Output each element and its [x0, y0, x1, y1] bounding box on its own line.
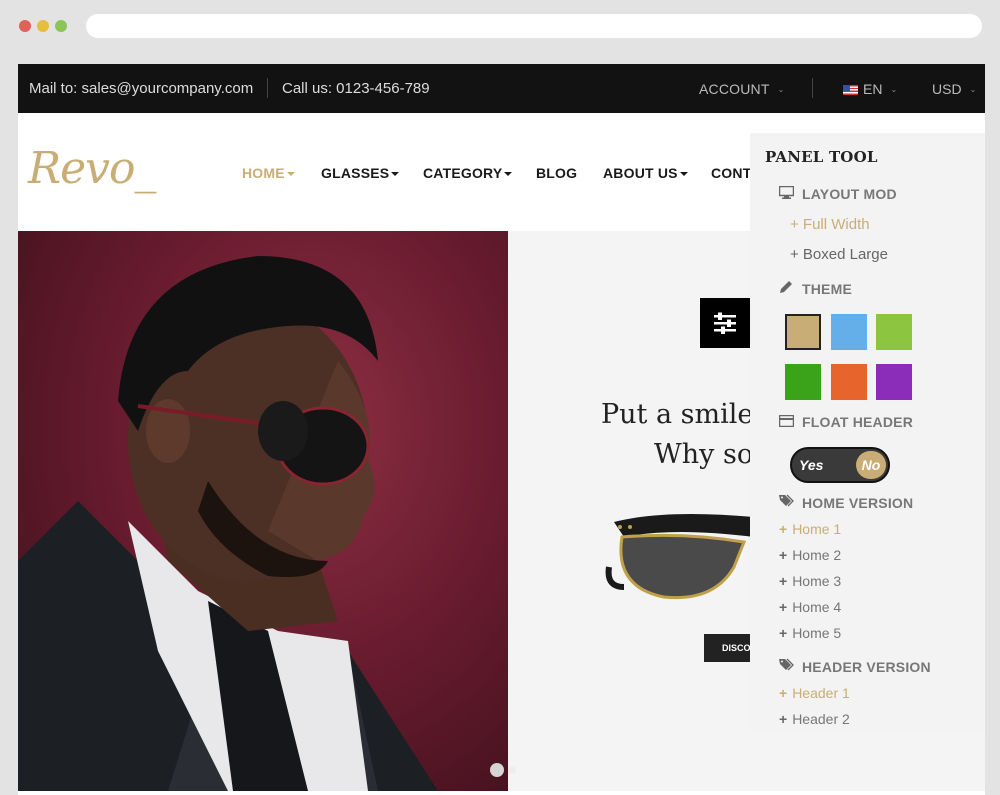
close-window-dot[interactable]: [19, 20, 31, 32]
plus-icon: +: [779, 521, 788, 537]
option-label: Home 2: [792, 547, 842, 563]
panel-title: PANEL TOOL: [765, 148, 878, 166]
chevron-down-icon: ⌄: [890, 85, 898, 94]
pencil-icon: [779, 280, 794, 297]
tags-icon: [779, 658, 794, 675]
theme-swatch-gold[interactable]: [785, 314, 821, 350]
currency-menu[interactable]: USD ⌄: [932, 81, 976, 97]
nav-label: CATEGORY: [423, 165, 503, 181]
nav-item-glasses[interactable]: GLASSES: [321, 165, 400, 181]
man-with-sunglasses-illustration: [18, 256, 438, 791]
section-label: LAYOUT MOD: [802, 186, 897, 202]
section-label: THEME: [802, 281, 852, 297]
theme-swatch-light-green[interactable]: [876, 314, 912, 350]
home-version-option[interactable]: + Home 2: [779, 547, 841, 563]
section-label: HEADER VERSION: [802, 659, 931, 675]
theme-heading: THEME: [779, 280, 852, 297]
divider: [267, 78, 268, 98]
theme-swatch-orange[interactable]: [831, 364, 867, 400]
panel-tool: PANEL TOOL LAYOUT MOD + Full Width + Box…: [750, 133, 985, 733]
tags-icon: [779, 494, 794, 511]
maximize-window-dot[interactable]: [55, 20, 67, 32]
plus-icon: +: [779, 547, 788, 563]
option-label: Home 5: [792, 625, 842, 641]
theme-swatch-green[interactable]: [785, 364, 821, 400]
option-label: Header 1: [792, 685, 850, 701]
option-label: Home 3: [792, 573, 842, 589]
toggle-no-label: No: [856, 451, 886, 479]
theme-swatch-purple[interactable]: [876, 364, 912, 400]
home-version-heading: HOME VERSION: [779, 494, 913, 511]
section-label: HOME VERSION: [802, 495, 914, 511]
plus-icon: +: [779, 625, 788, 641]
mail-link[interactable]: Mail to: sales@yourcompany.com: [29, 80, 253, 97]
nav-item-blog[interactable]: BLOG: [536, 165, 577, 181]
option-label: Home 1: [792, 521, 842, 537]
caret-down-icon: [504, 172, 513, 176]
layout-mode-heading: LAYOUT MOD: [778, 185, 897, 202]
header-version-option[interactable]: + Header 1: [779, 685, 850, 701]
browser-chrome: [0, 0, 1000, 52]
minimize-window-dot[interactable]: [37, 20, 49, 32]
monitor-icon: [778, 185, 795, 202]
plus-icon: +: [779, 711, 788, 727]
nav-label: ABOUT US: [603, 165, 678, 181]
home-version-option[interactable]: + Home 1: [779, 521, 841, 537]
language-menu[interactable]: EN ⌄: [843, 81, 897, 97]
plus-icon: +: [779, 599, 788, 615]
layout-boxed-large-option[interactable]: + Boxed Large: [790, 246, 888, 263]
nav-item-category[interactable]: CATEGORY: [423, 165, 513, 181]
home-version-option[interactable]: + Home 3: [779, 573, 841, 589]
nav-item-home[interactable]: HOME: [242, 165, 295, 181]
site-logo[interactable]: Revo_: [28, 143, 157, 194]
nav-label: BLOG: [536, 165, 578, 181]
account-menu[interactable]: ACCOUNT ⌄: [699, 81, 785, 97]
top-bar: Mail to: sales@yourcompany.com Call us: …: [18, 64, 985, 113]
toggle-yes-label: Yes: [799, 457, 824, 473]
option-label: Header 2: [792, 711, 850, 727]
chevron-down-icon: ⌄: [969, 85, 977, 94]
caret-down-icon: [679, 172, 688, 176]
slider-pagination: [490, 763, 520, 782]
hero-headline: Put a smile: [601, 399, 754, 430]
layout-full-width-option[interactable]: + Full Width: [790, 216, 870, 233]
call-link[interactable]: Call us: 0123-456-789: [282, 80, 430, 97]
header-version-heading: HEADER VERSION: [779, 658, 931, 675]
address-bar[interactable]: [86, 14, 982, 38]
option-label: Home 4: [792, 599, 842, 615]
panel-toggle-button[interactable]: [700, 298, 750, 348]
caret-down-icon: [391, 172, 400, 176]
account-label: ACCOUNT: [699, 81, 770, 97]
float-header-heading: FLOAT HEADER: [778, 414, 914, 430]
credit-card-icon: [778, 414, 795, 430]
sliders-icon: [714, 312, 736, 334]
hero-headline-line2: Why so: [654, 439, 754, 470]
sunglasses-product-image: [605, 513, 754, 600]
language-label: EN: [863, 81, 883, 97]
hero-image: [18, 231, 508, 791]
plus-icon: +: [779, 573, 788, 589]
caret-down-icon: [286, 172, 295, 176]
chevron-down-icon: ⌄: [777, 85, 785, 94]
us-flag-icon: [843, 85, 858, 95]
slider-dot[interactable]: [490, 763, 504, 777]
divider: [812, 78, 813, 98]
nav-label: HOME: [242, 165, 285, 181]
plus-icon: +: [779, 685, 788, 701]
nav-item-about-us[interactable]: ABOUT US: [603, 165, 688, 181]
float-header-toggle[interactable]: Yes No: [790, 447, 890, 483]
web-page: Mail to: sales@yourcompany.com Call us: …: [18, 64, 985, 795]
home-version-option[interactable]: + Home 4: [779, 599, 841, 615]
section-label: FLOAT HEADER: [802, 414, 914, 430]
currency-label: USD: [932, 81, 962, 97]
nav-label: GLASSES: [321, 165, 390, 181]
home-version-option[interactable]: + Home 5: [779, 625, 841, 641]
theme-swatch-blue[interactable]: [831, 314, 867, 350]
slider-dot[interactable]: [508, 766, 516, 774]
header-version-option[interactable]: + Header 2: [779, 711, 850, 727]
